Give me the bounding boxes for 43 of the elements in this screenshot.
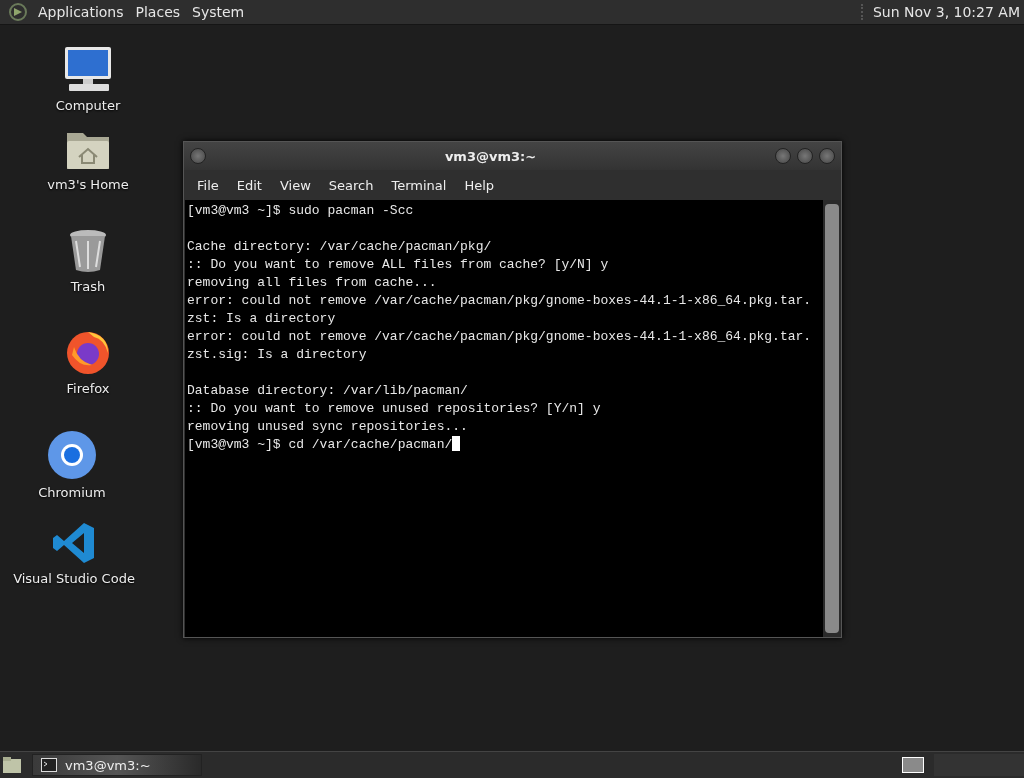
- monitor-icon[interactable]: [63, 46, 113, 92]
- terminal-line: :: Do you want to remove unused repositories? [Y/n] y: [187, 401, 601, 416]
- menu-item[interactable]: Edit: [227, 177, 271, 193]
- terminal-line: removing unused sync repositories...: [187, 419, 468, 434]
- app-menu-icon[interactable]: [8, 2, 28, 22]
- panel-menu[interactable]: System: [186, 4, 251, 20]
- menu-item[interactable]: Search: [319, 177, 383, 193]
- desktop-icon-label[interactable]: vm3's Home: [47, 177, 129, 192]
- maximize-button[interactable]: [797, 148, 813, 164]
- panel-menu[interactable]: Applications: [32, 4, 130, 20]
- show-desktop-icon[interactable]: [2, 756, 22, 774]
- terminal-line: :: Do you want to remove ALL files from cache? [y/N] y: [187, 257, 609, 272]
- desktop-icon-label[interactable]: Visual Studio Code: [13, 571, 135, 586]
- terminal-line: zst.sig: Is a directory: [187, 347, 367, 362]
- menu-item[interactable]: Help: [455, 177, 504, 193]
- trash-can-icon[interactable]: [68, 229, 108, 273]
- terminal-line: error: could not remove /var/cache/pacman/pkg/gnome-boxes-44.1-1-x86_64.pkg.tar.: [187, 293, 812, 308]
- terminal-line: error: could not remove /var/cache/pacman/pkg/gnome-boxes-44.1-1-x86_64.pkg.tar.: [187, 329, 812, 344]
- terminal-line: Database directory: /var/lib/pacman/: [187, 383, 468, 398]
- close-button[interactable]: [819, 148, 835, 164]
- terminal-line: Cache directory: /var/cache/pacman/pkg/: [187, 239, 492, 254]
- desktop-icon-label[interactable]: Trash: [70, 279, 106, 294]
- terminal-line: [vm3@vm3 ~]$ sudo pacman -Scc: [187, 203, 414, 218]
- code-editor-icon[interactable]: [52, 521, 96, 565]
- desktop-icon-label[interactable]: Computer: [55, 98, 121, 113]
- taskbar-button[interactable]: vm3@vm3:~: [32, 754, 202, 776]
- minimize-button[interactable]: [775, 148, 791, 164]
- window-title: vm3@vm3:~: [443, 148, 538, 164]
- terminal-icon: [41, 758, 57, 772]
- menu-item[interactable]: File: [188, 177, 228, 193]
- menu-item[interactable]: Terminal: [382, 177, 456, 193]
- terminal-line: removing all files from cache...: [187, 275, 437, 290]
- window-menu-button[interactable]: [190, 148, 206, 164]
- workspace-switcher[interactable]: [902, 757, 924, 773]
- chromium-icon[interactable]: [48, 431, 96, 479]
- clock[interactable]: Sun Nov 3, 10:27 AM: [860, 4, 1024, 20]
- desktop-icon-label[interactable]: Firefox: [66, 381, 110, 396]
- terminal-line: zst: Is a directory: [187, 311, 336, 326]
- panel-menu[interactable]: Places: [129, 4, 187, 20]
- scrollbar[interactable]: [823, 200, 841, 637]
- desktop-icon-label[interactable]: Chromium: [38, 485, 106, 500]
- menu-item[interactable]: View: [270, 177, 320, 193]
- terminal-line: [vm3@vm3 ~]$ cd /var/cache/pacman/: [187, 437, 453, 452]
